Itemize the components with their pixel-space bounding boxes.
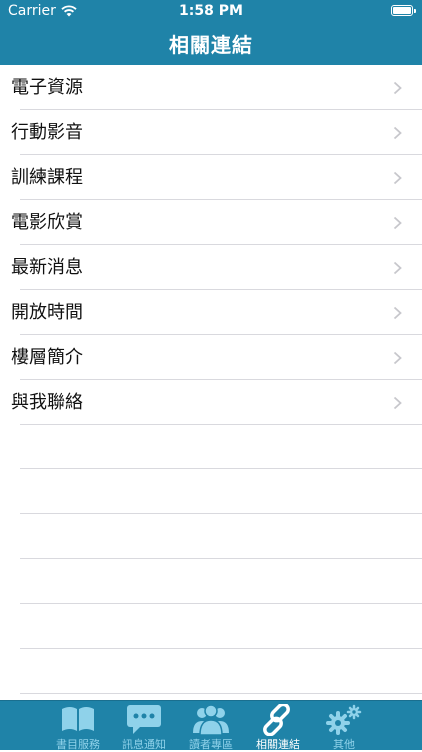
tab-bar: 書目服務 訊息通知 讀者專區 相關連結 其他 (0, 700, 422, 751)
empty-row-divider (20, 468, 422, 469)
list-item-label: 行動影音 (11, 122, 83, 143)
chevron-right-icon (393, 396, 402, 410)
link-list: 電子資源 行動影音 訓練課程 電影欣賞 最新消息 開放時間 樓層簡介 與我聯絡 (0, 65, 422, 425)
empty-row-divider (20, 513, 422, 514)
list-item[interactable]: 最新消息 (0, 245, 422, 290)
list-item-label: 電子資源 (11, 77, 83, 98)
empty-row-divider (20, 603, 422, 604)
list-item-label: 與我聯絡 (11, 392, 83, 413)
chevron-right-icon (393, 261, 402, 275)
list-item[interactable]: 行動影音 (0, 110, 422, 155)
list-item-label: 開放時間 (11, 302, 83, 323)
tab-notifications[interactable]: 訊息通知 (111, 701, 177, 751)
list-item[interactable]: 訓練課程 (0, 155, 422, 200)
list-item[interactable]: 開放時間 (0, 290, 422, 335)
battery-icon (391, 5, 416, 16)
empty-row-divider (20, 558, 422, 559)
tab-other[interactable]: 其他 (311, 701, 377, 751)
list-item[interactable]: 與我聯絡 (0, 380, 422, 425)
chevron-right-icon (393, 216, 402, 230)
link-icon (263, 704, 290, 736)
gears-icon (326, 704, 362, 735)
status-bar: Carrier 1:58 PM (0, 0, 422, 22)
list-item-label: 最新消息 (11, 257, 83, 278)
list-item-label: 樓層簡介 (11, 347, 83, 368)
users-icon (193, 704, 229, 736)
list-item[interactable]: 電子資源 (0, 65, 422, 110)
chevron-right-icon (393, 171, 402, 185)
chevron-right-icon (393, 306, 402, 320)
chevron-right-icon (393, 126, 402, 140)
chevron-right-icon (393, 81, 402, 95)
list-item-label: 訓練課程 (11, 167, 83, 188)
tab-links[interactable]: 相關連結 (245, 701, 311, 751)
empty-row-divider (20, 648, 422, 649)
list-item-label: 電影欣賞 (11, 212, 83, 233)
empty-row-divider (20, 693, 422, 694)
top-bar: Carrier 1:58 PM 相關連結 (0, 0, 422, 65)
tab-readers[interactable]: 讀者專區 (178, 701, 244, 751)
status-time: 1:58 PM (179, 3, 243, 19)
chevron-right-icon (393, 351, 402, 365)
list-item[interactable]: 樓層簡介 (0, 335, 422, 380)
tab-catalog[interactable]: 書目服務 (45, 701, 111, 751)
book-icon (62, 707, 94, 732)
list-item[interactable]: 電影欣賞 (0, 200, 422, 245)
page-title: 相關連結 (169, 33, 253, 57)
chat-bubble-icon (127, 705, 161, 734)
